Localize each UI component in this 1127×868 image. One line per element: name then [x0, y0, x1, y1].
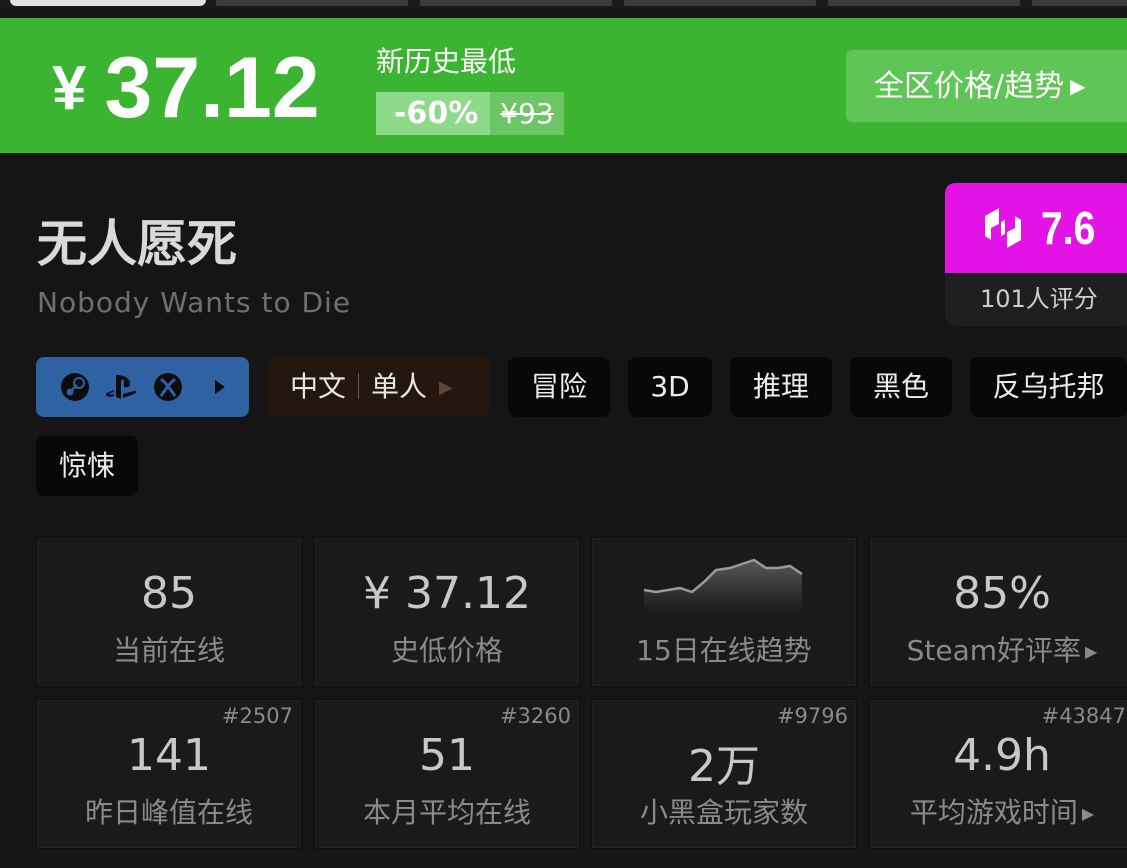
stat-value: 141: [127, 730, 211, 781]
stat-label: 15日在线趋势: [636, 634, 812, 667]
stat-average-playtime[interactable]: #43847 4.9h 平均游戏时间 ▶: [869, 699, 1127, 849]
game-title: 无人愿死: [37, 215, 237, 273]
stat-value: 4.9h: [953, 730, 1051, 781]
thumbnail[interactable]: [216, 0, 408, 6]
heybox-logo-icon: [985, 208, 1021, 248]
stat-value: 85%: [953, 568, 1051, 619]
thumbnail[interactable]: [624, 0, 816, 6]
stat-peak-yesterday: #2507 141 昨日峰值在线: [36, 699, 302, 849]
chevron-right-icon: ▶: [1070, 74, 1086, 98]
genre-tag[interactable]: 推理: [730, 357, 832, 417]
stat-current-online: 85 当前在线: [36, 537, 302, 687]
stat-value: 51: [419, 730, 475, 781]
discount-percent: -60%: [376, 92, 491, 135]
price-banner: ¥37.12 新历史最低 -60% ¥93 全区价格/趋势 ▶: [0, 18, 1127, 153]
price-value: 37.12: [104, 40, 320, 136]
stat-label: 平均游戏时间: [909, 796, 1078, 829]
genre-tag[interactable]: 反乌托邦: [970, 357, 1127, 417]
thumbnail-active[interactable]: [10, 0, 206, 6]
game-subtitle: Nobody Wants to Die: [37, 286, 352, 319]
stat-value: 85: [141, 568, 197, 619]
stat-value: 2万: [688, 741, 760, 792]
discount-badge: -60% ¥93: [376, 92, 564, 135]
platform-tag[interactable]: [36, 357, 249, 417]
language-mode-tag[interactable]: 中文 单人 ▶: [268, 357, 490, 417]
stat-rank: #9796: [776, 704, 848, 728]
genre-tag[interactable]: 惊悚: [36, 436, 138, 496]
caret-right-icon: [203, 372, 237, 402]
stat-rank: #43847: [1041, 704, 1126, 728]
stat-label: 小黑盒玩家数: [639, 796, 808, 829]
region-price-label: 全区价格/趋势: [874, 69, 1065, 104]
screenshot-thumbnail-strip: [0, 0, 1127, 8]
stat-value: ¥ 37.12: [363, 568, 531, 619]
score-value: 7.6: [1041, 202, 1096, 254]
thumbnail[interactable]: [828, 0, 1020, 6]
chevron-right-icon: ▶: [1085, 642, 1098, 661]
online-trend-sparkline: [643, 558, 803, 612]
genre-tag[interactable]: 3D: [628, 357, 712, 417]
stat-label-wrap: 平均游戏时间 ▶: [870, 791, 1127, 831]
current-price: ¥37.12: [52, 45, 320, 131]
original-price: ¥93: [490, 92, 564, 135]
divider: [358, 373, 360, 399]
stat-rank: #3260: [499, 704, 571, 728]
score-header: 7.6: [945, 183, 1127, 273]
score-count: 101人评分: [980, 285, 1098, 313]
language-label: 中文: [290, 370, 347, 403]
playstation-icon: [104, 372, 138, 402]
region-price-button[interactable]: 全区价格/趋势 ▶: [846, 50, 1127, 122]
stat-label-wrap: Steam好评率 ▶: [870, 629, 1127, 669]
stat-label: Steam好评率: [906, 634, 1082, 667]
stat-lowest-price: ¥ 37.12 史低价格: [314, 537, 580, 687]
stat-player-count: #9796 2万 小黑盒玩家数: [591, 699, 857, 849]
currency-symbol: ¥: [52, 54, 87, 123]
stat-steam-rating[interactable]: 85% Steam好评率 ▶: [869, 537, 1127, 687]
xbox-icon: [151, 372, 185, 402]
thumbnail[interactable]: [420, 0, 612, 6]
thumbnail[interactable]: [1032, 0, 1127, 6]
steam-icon: [58, 372, 92, 402]
stat-label: 当前在线: [112, 634, 225, 667]
stat-monthly-average: #3260 51 本月平均在线: [314, 699, 580, 849]
stat-online-trend[interactable]: 15日在线趋势: [591, 537, 857, 687]
historical-low-label: 新历史最低: [376, 45, 517, 78]
genre-tag[interactable]: 冒险: [508, 357, 610, 417]
stat-label: 本月平均在线: [362, 796, 531, 829]
score-card[interactable]: 7.6 101人评分: [945, 183, 1127, 326]
chevron-right-icon: ▶: [1081, 804, 1095, 823]
stat-label: 昨日峰值在线: [84, 796, 253, 829]
chevron-right-icon: ▶: [439, 377, 453, 398]
stat-label: 史低价格: [390, 634, 503, 667]
stat-rank: #2507: [221, 704, 293, 728]
mode-label: 单人: [371, 370, 428, 403]
genre-tag[interactable]: 黑色: [850, 357, 952, 417]
